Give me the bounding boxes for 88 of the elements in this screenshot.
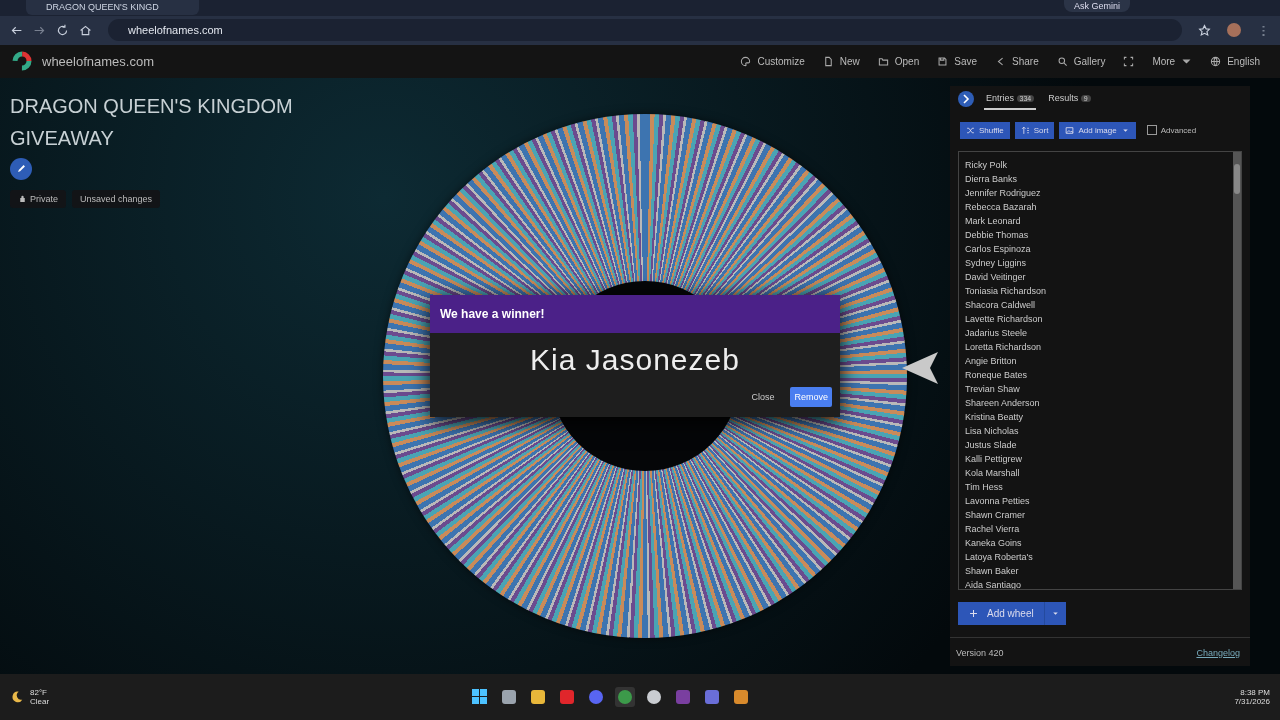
entry-line: Jennifer Rodriguez <box>965 186 1042 200</box>
avatar-icon[interactable] <box>1227 23 1241 38</box>
entry-line: Lavonna Petties <box>965 494 1031 508</box>
menu-button[interactable]: Save <box>929 51 985 71</box>
entry-line: Dierra Banks <box>965 172 1019 186</box>
entry-line: Kristina Beatty <box>965 410 1025 424</box>
scrollbar[interactable] <box>1233 151 1241 589</box>
entry-line: Shacora Caldwell <box>965 298 1037 312</box>
checkbox-label: Advanced <box>1160 125 1197 135</box>
share-icon <box>995 55 1006 67</box>
entry-line: Shawn Cramer <box>965 508 1027 522</box>
logo-icon[interactable] <box>12 51 32 72</box>
entry-line: Trevian Shaw <box>965 382 1021 396</box>
entry-line: Roneque Bates <box>965 368 1029 382</box>
image-icon <box>1065 125 1075 135</box>
site-name[interactable]: wheelofnames.com <box>42 53 154 69</box>
changelog-link[interactable]: Changelog <box>1196 647 1240 658</box>
folder-icon <box>877 55 889 67</box>
globe-icon <box>1210 55 1222 67</box>
clock-time: 8:38 PM <box>1239 687 1270 697</box>
entry-line: Shawn Baker <box>965 564 1020 578</box>
menu-button[interactable]: Share <box>987 51 1047 71</box>
lock-icon <box>18 194 27 203</box>
entry-line: Debbie Thomas <box>965 228 1030 242</box>
wheel-title: DRAGON QUEEN'S KINGDOM GIVEAWAY <box>10 93 294 151</box>
menu-button[interactable]: More <box>1144 51 1201 71</box>
ask-button[interactable]: Ask Gemini <box>1064 0 1130 12</box>
entry-line: Aida Santiago <box>965 578 1023 589</box>
entry-line: Sydney Liggins <box>965 256 1028 270</box>
browser-tab[interactable]: DRAGON QUEEN'S KINGD <box>26 0 199 15</box>
action-button[interactable]: Add image <box>1059 121 1136 139</box>
entry-line: Toniasia Richardson <box>965 284 1048 298</box>
entry-line: Justus Slade <box>965 438 1018 452</box>
status-chip: Unsaved changes <box>72 189 161 208</box>
menu-button[interactable]: English <box>1202 51 1268 71</box>
dropdown-button[interactable] <box>1043 601 1066 625</box>
entry-line: Ricky Polk <box>965 158 1008 172</box>
address-bar[interactable]: wheelofnames.com <box>108 19 1182 42</box>
entry-line: Lavette Richardson <box>965 312 1044 326</box>
entry-line: Latoya Roberta's <box>965 550 1034 564</box>
sort-icon <box>1020 125 1030 135</box>
add-wheel-button[interactable]: Add wheel <box>958 601 1044 625</box>
start-icon[interactable] <box>469 686 490 707</box>
search-icon <box>1056 55 1068 67</box>
home-icon[interactable] <box>79 23 92 37</box>
action-button[interactable]: Sort <box>1014 121 1055 139</box>
plus-icon <box>968 607 979 619</box>
entry-line: Kola Marshall <box>965 466 1021 480</box>
version-text: Version 420 <box>956 647 1004 658</box>
menu-button[interactable]: Open <box>869 51 928 71</box>
entry-line: Tim Hess <box>965 480 1004 494</box>
menu-button[interactable]: Customize <box>732 51 813 71</box>
temperature-text: 82°F <box>30 687 48 697</box>
remove-button[interactable]: Remove <box>790 386 832 407</box>
clock-date: 7/31/2026 <box>1233 696 1270 706</box>
entry-line: Kalli Pettigrew <box>965 452 1024 466</box>
dialog-title: We have a winner! <box>430 294 840 333</box>
entry-line: Rachel Vierra <box>965 522 1021 536</box>
entry-line: Shareen Anderson <box>965 396 1041 410</box>
entry-line: Angie Britton <box>965 354 1018 368</box>
edit-button[interactable] <box>10 157 32 180</box>
entry-line: Rebecca Bazarah <box>965 200 1038 214</box>
entry-line: David Veitinger <box>965 270 1027 284</box>
status-chip: Private <box>10 189 66 208</box>
app-icon[interactable] <box>614 686 635 707</box>
entry-line: Carlos Espinoza <box>965 242 1032 256</box>
chevron-icon[interactable] <box>958 90 974 107</box>
action-button[interactable]: Shuffle <box>960 121 1010 139</box>
moon-icon[interactable] <box>10 689 24 704</box>
close-button[interactable]: Close <box>745 386 781 407</box>
weather-text: Clear <box>30 696 50 706</box>
fullscreen-icon <box>1123 55 1135 67</box>
menu-button[interactable]: New <box>814 51 868 71</box>
winner-name: Kia Jasonezeb <box>529 341 741 378</box>
entry-line: Mark Leonard <box>965 214 1022 228</box>
advanced-checkbox[interactable] <box>1146 125 1157 135</box>
reload-icon[interactable] <box>56 23 69 37</box>
entry-line: Jadarius Steele <box>965 326 1029 340</box>
star-icon[interactable] <box>1198 23 1211 37</box>
file-icon <box>822 55 834 67</box>
menu-button[interactable]: Gallery <box>1048 51 1114 71</box>
palette-icon <box>740 55 752 67</box>
entry-line: Lisa Nicholas <box>965 424 1020 438</box>
entry-line: Loretta Richardson <box>965 340 1043 354</box>
entry-line: Kaneka Goins <box>965 536 1023 550</box>
shuffle-icon <box>966 125 975 135</box>
pencil-icon <box>15 163 27 174</box>
entries-textarea[interactable] <box>958 150 1242 590</box>
